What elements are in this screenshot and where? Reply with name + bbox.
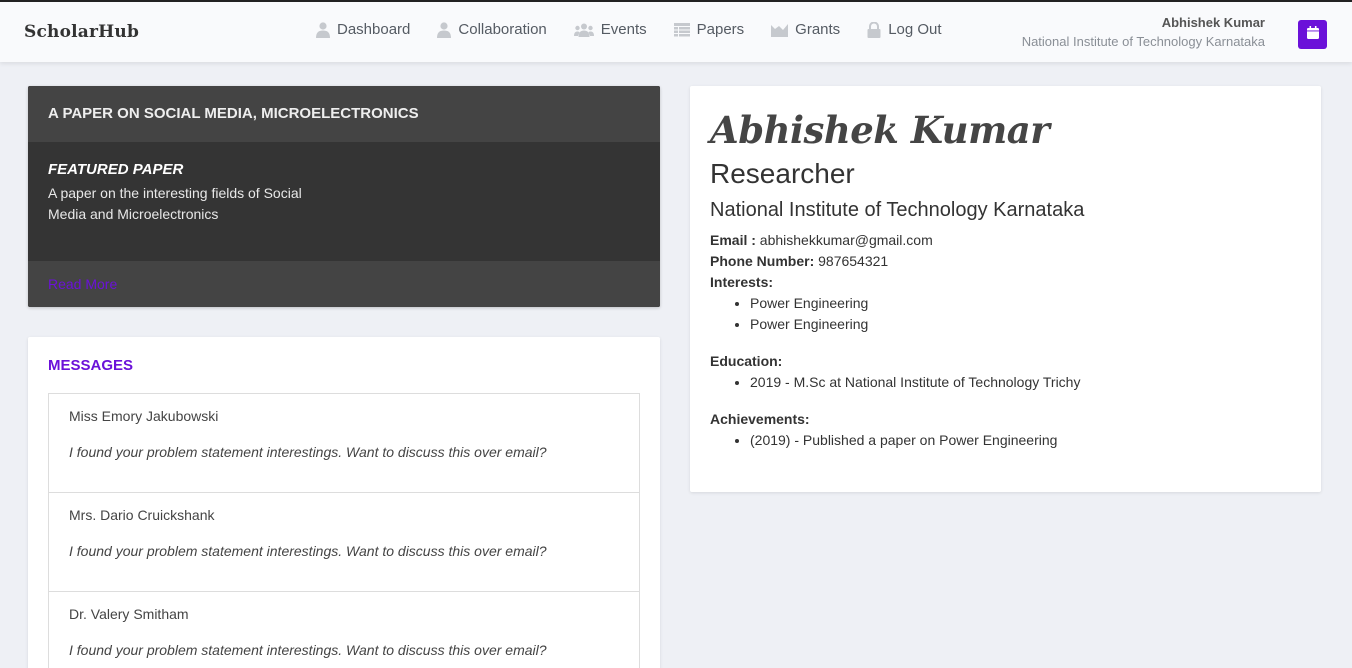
profile-email-row: Email : abhishekkumar@gmail.com xyxy=(710,230,1301,251)
education-item: 2019 - M.Sc at National Institute of Tec… xyxy=(750,372,1301,393)
nav-collaboration[interactable]: Collaboration xyxy=(437,21,547,38)
featured-paper-footer: Read More xyxy=(28,261,660,307)
phone-label: Phone Number: xyxy=(710,253,815,269)
featured-paper-description: A paper on the interesting fields of Soc… xyxy=(48,185,302,222)
message-sender: Mrs. Dario Cruickshank xyxy=(69,507,215,523)
message-sender: Miss Emory Jakubowski xyxy=(69,408,219,424)
user-info[interactable]: Abhishek Kumar National Institute of Tec… xyxy=(1022,15,1265,49)
achievements-list: (2019) - Published a paper on Power Engi… xyxy=(750,430,1301,451)
message-text: I found your problem statement interesti… xyxy=(69,642,547,658)
nav-dashboard[interactable]: Dashboard xyxy=(316,21,410,38)
interests-label: Interests: xyxy=(710,274,774,290)
nav-grants-label: Grants xyxy=(795,21,841,38)
nav-papers[interactable]: Papers xyxy=(673,21,745,38)
featured-paper-kicker: FEATURED PAPER xyxy=(48,161,184,178)
user-icon xyxy=(316,21,330,38)
interest-item: Power Engineering xyxy=(750,314,1301,335)
messages-title: MESSAGES xyxy=(48,357,134,374)
main-nav: Dashboard Collaboration Events Papers Gr… xyxy=(316,21,969,38)
featured-paper-heading: A PAPER ON SOCIAL MEDIA, MICROELECTRONIC… xyxy=(28,86,660,142)
nav-events-label: Events xyxy=(600,21,647,38)
user-institution: National Institute of Technology Karnata… xyxy=(1021,34,1265,49)
message-item[interactable]: Mrs. Dario Cruickshank I found your prob… xyxy=(49,493,639,592)
message-text: I found your problem statement interesti… xyxy=(69,543,547,559)
achievement-item: (2019) - Published a paper on Power Engi… xyxy=(750,430,1301,451)
email-label: Email : xyxy=(710,232,756,248)
profile-email: abhishekkumar@gmail.com xyxy=(759,232,933,248)
user-name: Abhishek Kumar xyxy=(1161,15,1265,30)
message-sender: Dr. Valery Smitham xyxy=(69,606,189,622)
profile-name: Abhishek Kumar xyxy=(710,108,1050,152)
profile-phone: 987654321 xyxy=(818,253,889,269)
top-navbar: ScholarHub Dashboard Collaboration Event… xyxy=(0,0,1352,62)
read-more-link[interactable]: Read More xyxy=(48,276,117,292)
profile-phone-row: Phone Number: 987654321 xyxy=(710,251,1301,272)
featured-paper-body: FEATURED PAPER A paper on the interestin… xyxy=(28,142,660,261)
nav-grants[interactable]: Grants xyxy=(771,21,840,38)
profile-card: Abhishek Kumar Researcher National Insti… xyxy=(690,86,1321,492)
user-icon xyxy=(437,21,452,38)
nav-logout[interactable]: Log Out xyxy=(867,21,942,38)
messages-card: MESSAGES Miss Emory Jakubowski I found y… xyxy=(28,337,660,668)
chart-icon xyxy=(771,23,789,37)
messages-list: Miss Emory Jakubowski I found your probl… xyxy=(48,393,640,668)
nav-papers-label: Papers xyxy=(696,21,745,38)
message-text: I found your problem statement interesti… xyxy=(69,444,547,460)
nav-collaboration-label: Collaboration xyxy=(458,21,547,38)
users-icon xyxy=(573,23,594,37)
nav-dashboard-label: Dashboard xyxy=(337,21,411,38)
interest-item: Power Engineering xyxy=(750,293,1301,314)
education-label: Education: xyxy=(710,353,783,369)
interests-list: Power Engineering Power Engineering xyxy=(750,293,1301,335)
nav-logout-label: Log Out xyxy=(888,21,942,38)
nav-events[interactable]: Events xyxy=(573,21,647,38)
message-item[interactable]: Dr. Valery Smitham I found your problem … xyxy=(49,592,639,668)
featured-paper-card: A PAPER ON SOCIAL MEDIA, MICROELECTRONIC… xyxy=(28,86,660,307)
message-item[interactable]: Miss Emory Jakubowski I found your probl… xyxy=(49,394,639,493)
achievements-label: Achievements: xyxy=(710,411,810,427)
profile-role: Researcher xyxy=(710,158,855,189)
table-icon xyxy=(673,22,690,37)
brand-logo[interactable]: ScholarHub xyxy=(24,22,139,42)
lock-icon xyxy=(867,21,881,38)
calendar-button[interactable] xyxy=(1298,20,1327,49)
education-list: 2019 - M.Sc at National Institute of Tec… xyxy=(750,372,1301,393)
calendar-icon xyxy=(1306,25,1319,44)
profile-institution: National Institute of Technology Karnata… xyxy=(710,199,1085,221)
